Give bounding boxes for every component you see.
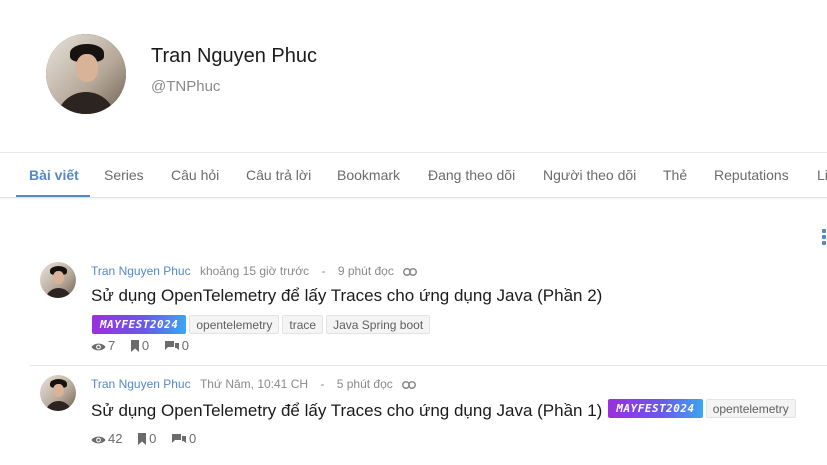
post-author-link[interactable]: Tran Nguyen Phuc: [91, 377, 191, 391]
tab-series[interactable]: Series: [104, 153, 144, 197]
eye-icon: [91, 436, 106, 444]
bookmark-icon: [130, 340, 139, 353]
post-stats: 42 0 0: [91, 430, 207, 446]
post-stats: 7 0 0: [91, 337, 200, 353]
tab-following[interactable]: Đang theo dõi: [428, 153, 515, 197]
tab-followers[interactable]: Người theo dõi: [543, 153, 636, 197]
comments-count: 0: [188, 431, 197, 447]
comments-count: 0: [181, 338, 189, 354]
profile-tabs: Bài viết Series Câu hỏi Câu trả lời Book…: [0, 152, 827, 198]
tab-more[interactable]: Li: [817, 153, 827, 197]
active-tab-indicator: [16, 195, 90, 197]
post-author-avatar[interactable]: [40, 375, 76, 411]
post-read-time: 5 phút đọc: [336, 377, 393, 391]
profile-header: Tran Nguyen Phuc @TNPhuc: [0, 0, 827, 152]
tag-item[interactable]: opentelemetry: [705, 399, 796, 418]
tab-posts[interactable]: Bài viết: [29, 153, 79, 197]
post-author-avatar[interactable]: [40, 262, 76, 298]
post-tags: MAYFEST2024 opentelemetry trace Java Spring…: [92, 315, 433, 334]
bookmarks-stat: 0: [130, 338, 149, 353]
eye-icon: [91, 343, 106, 351]
meta-separator: -: [321, 264, 326, 278]
views-count: 7: [108, 338, 116, 354]
post-meta: Tran Nguyen Phuc khoảng 15 giờ trước - 9…: [91, 264, 418, 279]
profile-name: Tran Nguyen Phuc: [151, 45, 318, 67]
post-time: khoảng 15 giờ trước: [199, 264, 310, 278]
post-time: Thứ Năm, 10:41 CH: [199, 377, 309, 391]
profile-handle: @TNPhuc: [151, 78, 221, 95]
bookmarks-count: 0: [149, 431, 157, 447]
profile-avatar[interactable]: [46, 34, 126, 114]
comments-stat: 0: [171, 431, 196, 446]
comments-stat: 0: [164, 338, 189, 353]
more-vertical-icon[interactable]: [822, 229, 827, 245]
post-title-row: Sử dụng OpenTelemetry để lấy Traces cho …: [91, 399, 799, 421]
post-read-time: 9 phút đọc: [337, 264, 394, 278]
tab-questions[interactable]: Câu hỏi: [171, 153, 219, 197]
comments-icon: [171, 434, 186, 444]
comments-icon: [164, 341, 179, 351]
tag-item[interactable]: trace: [282, 315, 324, 334]
post-author-link[interactable]: Tran Nguyen Phuc: [91, 264, 191, 278]
tag-mayfest[interactable]: MAYFEST2024: [608, 399, 703, 418]
post-divider: [30, 365, 827, 366]
post-title[interactable]: Sử dụng OpenTelemetry để lấy Traces cho …: [91, 401, 602, 420]
link-icon[interactable]: [402, 378, 417, 392]
tag-item[interactable]: Java Spring boot: [326, 315, 431, 334]
tab-answers[interactable]: Câu trả lời: [246, 153, 311, 197]
post-meta: Tran Nguyen Phuc Thứ Năm, 10:41 CH - 5 p…: [91, 377, 417, 392]
views-stat: 42: [91, 431, 122, 446]
tag-item[interactable]: opentelemetry: [189, 315, 280, 334]
tab-reputations[interactable]: Reputations: [714, 153, 789, 197]
post-title[interactable]: Sử dụng OpenTelemetry để lấy Traces cho …: [91, 286, 602, 306]
views-stat: 7: [91, 338, 115, 353]
bookmarks-stat: 0: [137, 431, 156, 446]
views-count: 42: [108, 431, 123, 447]
link-icon[interactable]: [403, 265, 418, 279]
meta-separator: -: [320, 377, 325, 391]
bookmarks-count: 0: [141, 338, 150, 354]
tag-mayfest[interactable]: MAYFEST2024: [92, 315, 187, 334]
bookmark-icon: [138, 433, 147, 446]
tab-tags[interactable]: Thẻ: [663, 153, 687, 197]
tab-bookmark[interactable]: Bookmark: [337, 153, 400, 197]
